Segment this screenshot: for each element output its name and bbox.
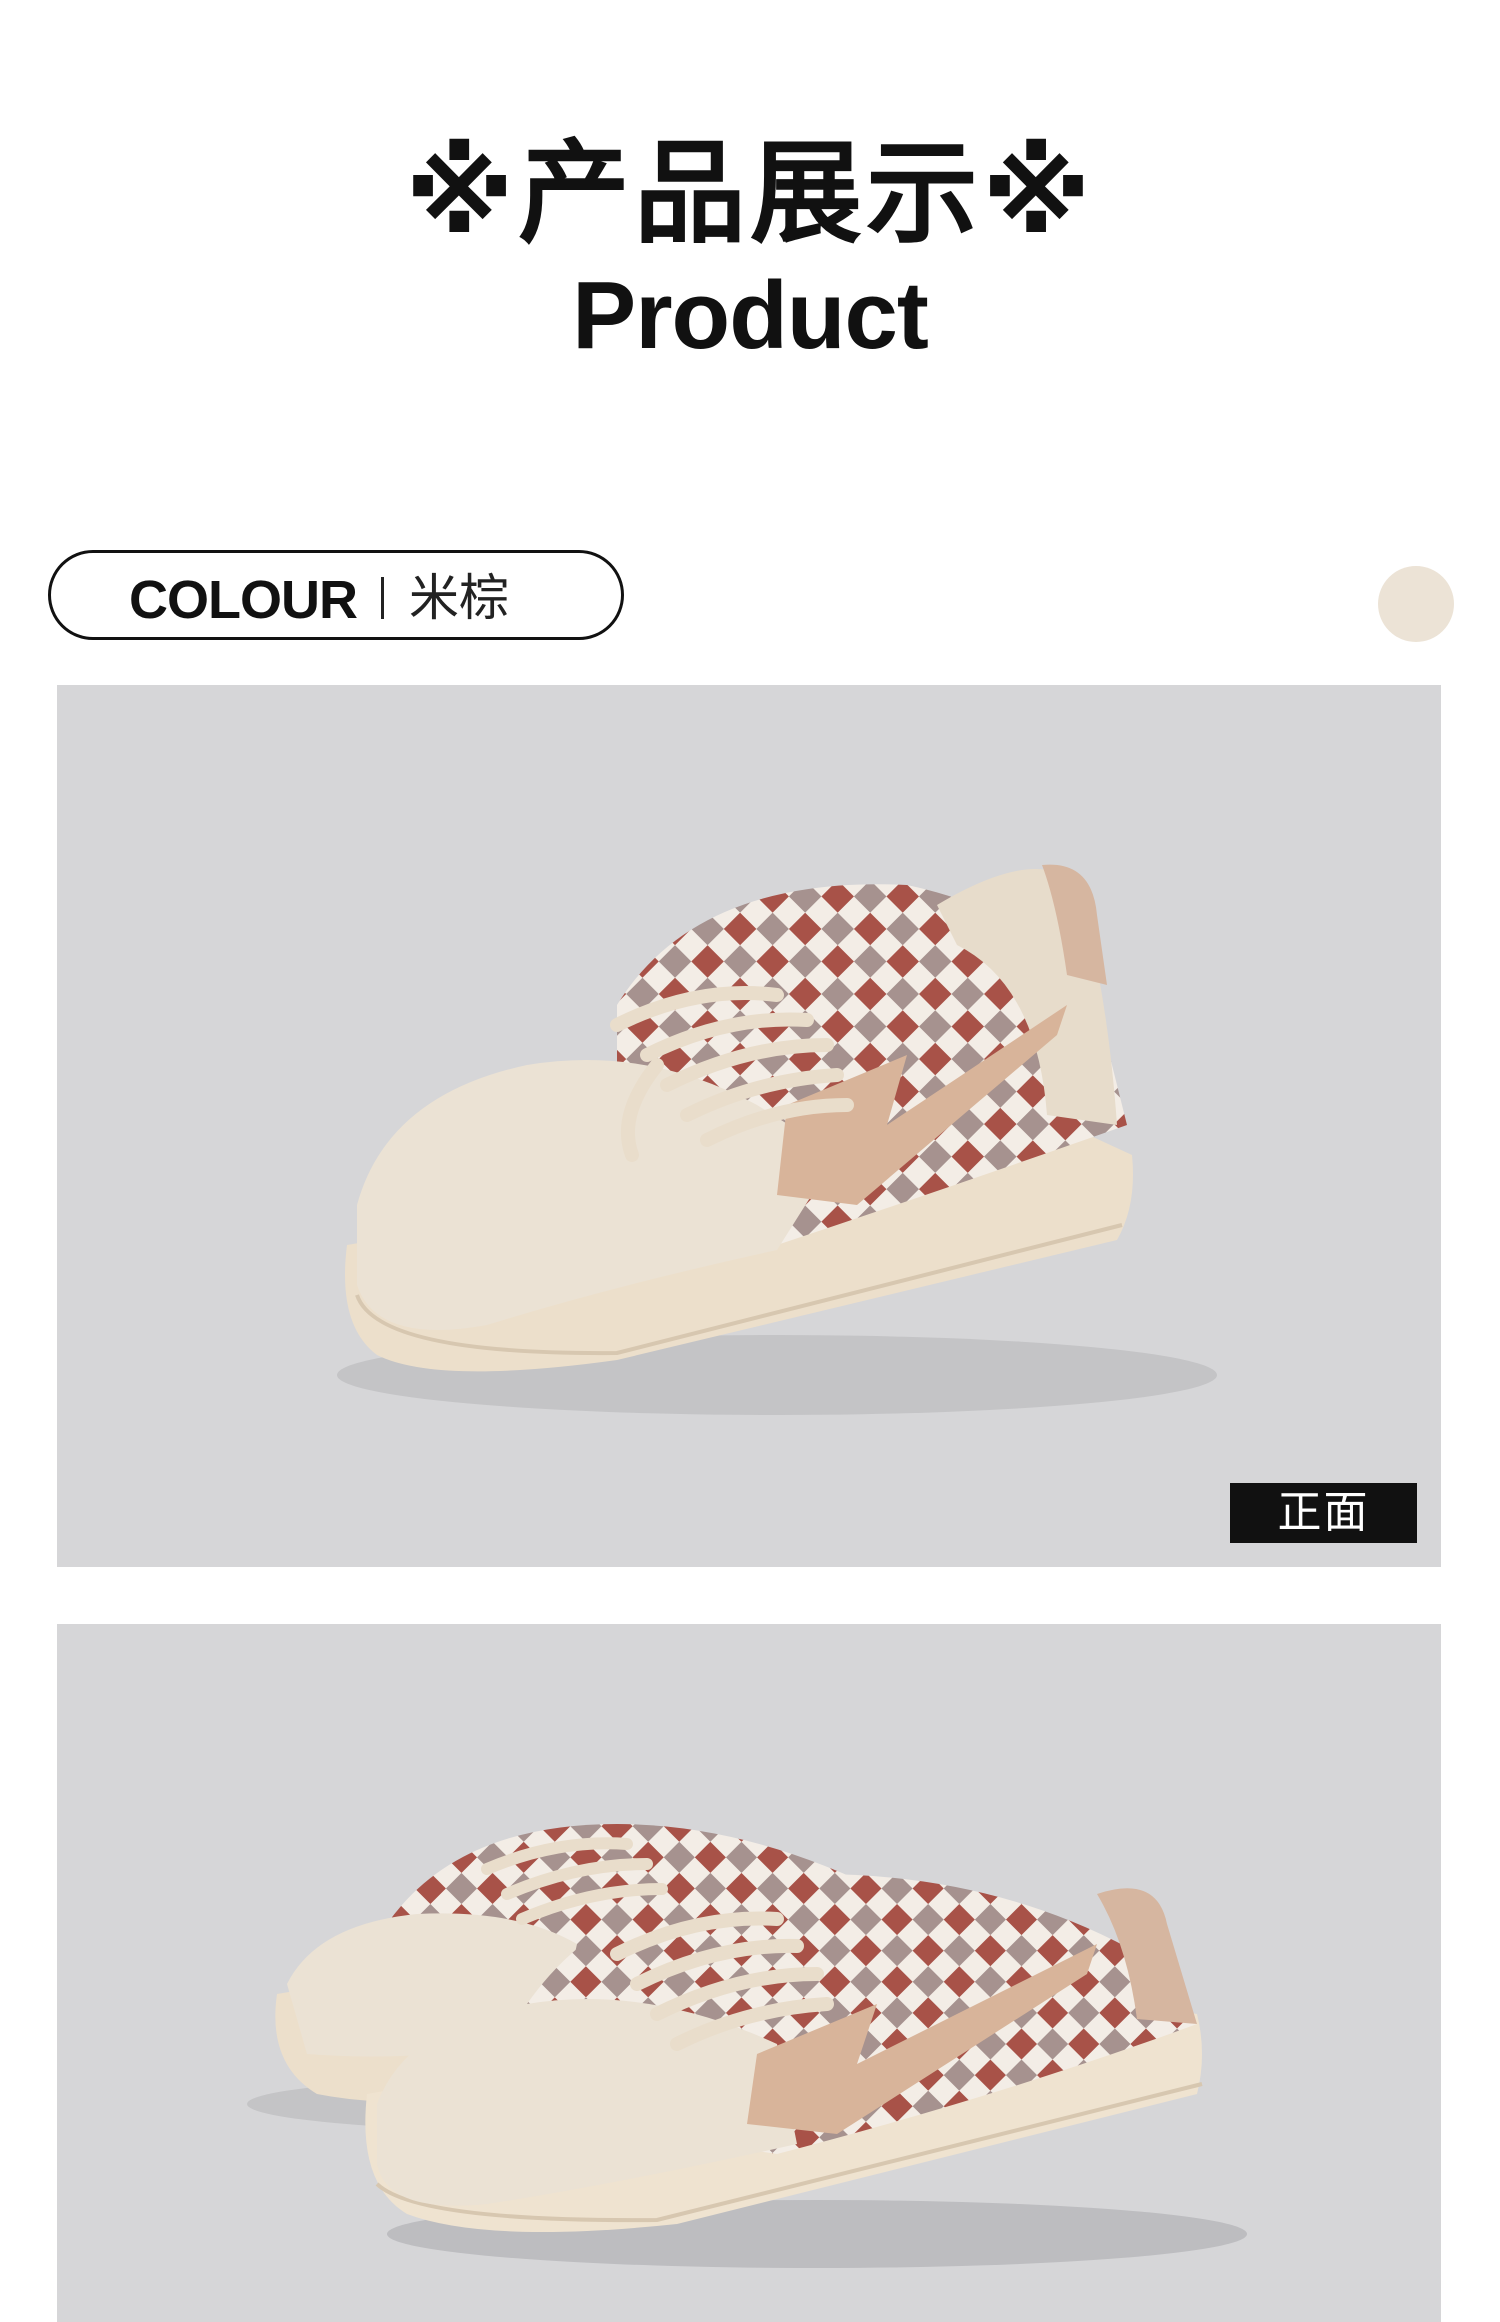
view-label-badge: 正面 bbox=[1230, 1483, 1417, 1543]
section-title-english: Product bbox=[572, 262, 929, 369]
product-photo-pair bbox=[57, 1624, 1441, 2322]
colour-tag: COLOUR 米棕 bbox=[48, 550, 624, 640]
colour-label: COLOUR bbox=[129, 570, 358, 630]
colour-divider bbox=[381, 577, 384, 619]
colour-swatch[interactable] bbox=[1378, 566, 1454, 642]
colour-name: 米棕 bbox=[409, 569, 509, 627]
sneaker-illustration bbox=[337, 864, 1217, 1415]
section-header: ※产品展示※ Product bbox=[0, 0, 1500, 420]
sneaker-pair-illustration bbox=[247, 1824, 1247, 2268]
section-title-chinese: ※产品展示※ bbox=[405, 129, 1095, 259]
product-photo-front: 正面 bbox=[57, 685, 1441, 1567]
